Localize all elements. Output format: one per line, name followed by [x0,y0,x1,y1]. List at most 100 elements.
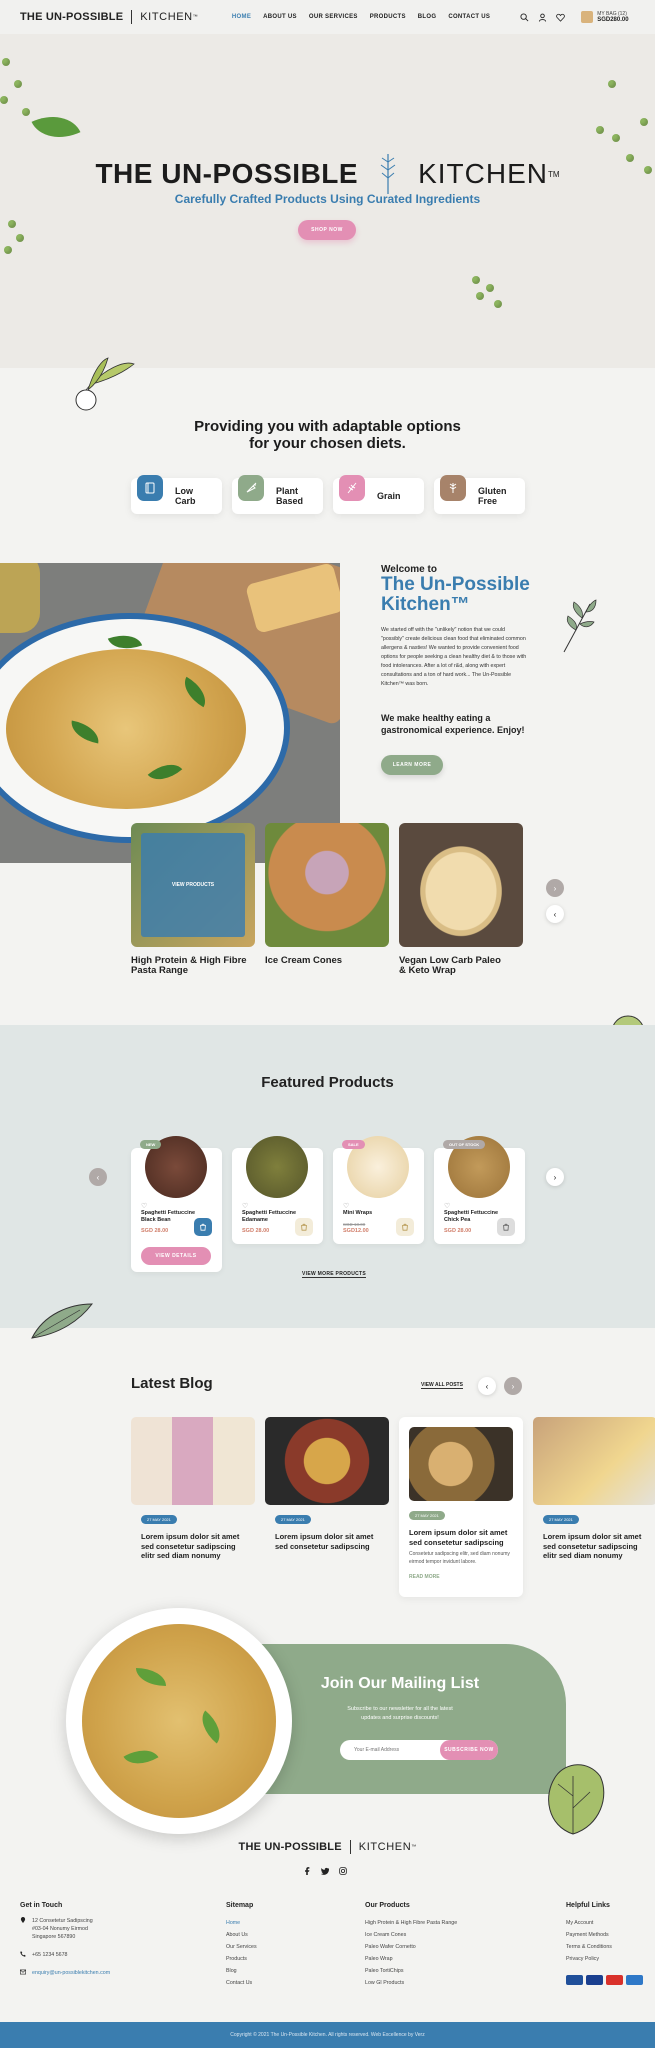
wishlist-heart-icon[interactable]: ♡ [444,1202,450,1210]
footer-link-home[interactable]: Home [226,1917,257,1929]
site-logo[interactable]: THE UN-POSSIBLE KITCHEN ™ [20,10,198,24]
footer-product-link[interactable]: Paleo Wafer Cornetto [365,1941,457,1953]
product-price: SGD 28.00 [242,1228,270,1234]
cart-total: SGD280.00 [597,17,629,23]
learn-more-button[interactable]: LEARN MORE [381,755,443,775]
shop-now-button[interactable]: SHOP NOW [298,220,356,240]
nav-blog[interactable]: BLOG [418,14,437,20]
footer-link-contact[interactable]: Contact Us [226,1977,257,1989]
search-icon[interactable] [520,12,529,22]
footer-product-link[interactable]: Paleo Wrap [365,1953,457,1965]
email-input[interactable] [354,1747,434,1753]
footer-link-products[interactable]: Products [226,1953,257,1965]
visa-icon [586,1975,603,1985]
view-products-overlay[interactable]: VIEW PRODUCTS [141,833,245,937]
blog-image [131,1417,255,1505]
blog-post-card[interactable]: 27 MAY 2021 Lorem ipsum dolor sit amet s… [131,1417,255,1597]
blog-next-button[interactable]: › [504,1377,522,1395]
blog-post-card[interactable]: 27 MAY 2021 Lorem ipsum dolor sit amet s… [265,1417,389,1597]
category-image [265,823,389,947]
view-details-button[interactable]: VIEW DETAILS [141,1247,211,1265]
footer-product-link[interactable]: Low GI Products [365,1977,457,1989]
category-name: Vegan Low Carb Paleo & Keto Wrap [399,955,501,976]
featured-next-button[interactable]: › [546,1168,564,1186]
carousel-prev-button[interactable]: ‹ [546,905,564,923]
cart-summary[interactable]: MY BAG (12) SGD280.00 [581,11,629,23]
blog-post-title[interactable]: Lorem ipsum dolor sit amet sed consetetu… [275,1532,379,1551]
add-to-cart-button[interactable] [194,1218,212,1236]
nav-home[interactable]: HOME [232,14,251,20]
add-to-cart-button[interactable] [396,1218,414,1236]
nav-services[interactable]: OUR SERVICES [309,14,358,20]
featured-prev-button[interactable]: ‹ [89,1168,107,1186]
spaghetti-plate-image [66,1608,292,1834]
user-icon[interactable] [538,13,547,22]
blog-prev-button[interactable]: ‹ [478,1377,496,1395]
product-name: Spaghetti Fettuccine Black Bean [141,1210,196,1223]
subscribe-button[interactable]: SUBSCRIBE NOW [440,1740,498,1760]
footer-sitemap: Sitemap Home About Us Our Services Produ… [226,1902,257,1989]
footer-link-services[interactable]: Our Services [226,1941,257,1953]
blog-post-title[interactable]: Lorem ipsum dolor sit amet sed consetetu… [543,1532,647,1561]
footer-link-terms[interactable]: Terms & Conditions [566,1941,643,1953]
footer-logo[interactable]: THE UN-POSSIBLE KITCHEN ™ [0,1840,655,1854]
diet-grain[interactable]: Grain [333,475,424,514]
footer-link-my-account[interactable]: My Account [566,1917,643,1929]
mastercard-icon [606,1975,623,1985]
blog-post-title[interactable]: Lorem ipsum dolor sit amet sed consetetu… [141,1532,245,1561]
diet-plant-based[interactable]: Plant Based [232,475,323,514]
add-to-cart-button[interactable] [295,1218,313,1236]
read-more-link[interactable]: READ MORE [409,1574,513,1580]
footer-link-privacy[interactable]: Privacy Policy [566,1953,643,1965]
footer-link-blog[interactable]: Blog [226,1965,257,1977]
product-card[interactable]: ♡ Spaghetti Fettuccine Edamame SGD 28.00 [232,1136,323,1244]
hero-title-secondary: KITCHEN [418,158,548,189]
trademark-mark: ™ [192,14,198,20]
add-to-cart-button[interactable] [497,1218,515,1236]
product-card[interactable]: SALE ♡ Mini Wraps SGD 18.00 SGD12.00 [333,1136,424,1244]
wishlist-heart-icon[interactable]: ♡ [242,1202,248,1210]
diet-gluten-free[interactable]: Gluten Free [434,475,525,514]
nav-about[interactable]: ABOUT US [263,14,297,20]
blog-post-card[interactable]: 27 MAY 2021 Lorem ipsum dolor sit amet s… [533,1417,655,1597]
product-card[interactable]: NEW ♡ Spaghetti Fettuccine Black Bean SGD… [131,1136,222,1272]
view-more-products-link[interactable]: VIEW MORE PRODUCTS [302,1271,367,1278]
pea-decoration [2,58,10,66]
phone[interactable]: +65 1234 5678 [20,1951,110,1959]
mail-icon [20,1969,26,1975]
diet-label: Grain [377,491,401,501]
category-card[interactable]: Ice Cream Cones [265,823,389,976]
newsletter-subtitle: Subscribe to our newsletter for all the … [347,1706,453,1721]
product-card[interactable]: OUT OF STOCK ♡ Spaghetti Fettuccine Chick… [434,1136,525,1244]
twitter-icon[interactable] [321,1867,329,1875]
category-image: VIEW PRODUCTS [131,823,255,947]
pea-decoration [4,246,12,254]
blog-post-card[interactable]: 27 MAY 2021 Lorem ipsum dolor sit amet s… [399,1417,523,1597]
blog-post-title[interactable]: Lorem ipsum dolor sit amet sed consetetu… [409,1528,513,1547]
footer-heading: Get in Touch [20,1902,63,1909]
view-all-posts-link[interactable]: VIEW ALL POSTS [421,1382,463,1389]
blog-excerpt: Consetetur sadipscing elitr, sed diam no… [409,1551,510,1565]
category-card[interactable]: Vegan Low Carb Paleo & Keto Wrap [399,823,523,976]
category-card[interactable]: VIEW PRODUCTS High Protein & High Fibre P… [131,823,255,976]
newsletter-title: Join Our Mailing List [320,1675,480,1692]
wishlist-heart-icon[interactable]: ♡ [343,1202,349,1210]
nav-contact[interactable]: CONTACT US [448,14,490,20]
footer-product-link[interactable]: Ice Cream Cones [365,1929,457,1941]
pea-decoration [8,220,16,228]
footer-link-payment[interactable]: Payment Methods [566,1929,643,1941]
nav-products[interactable]: PRODUCTS [370,14,406,20]
instagram-icon[interactable] [339,1867,347,1875]
pea-decoration [494,300,502,308]
footer-product-link[interactable]: Paleo TortiChips [365,1965,457,1977]
wishlist-heart-icon[interactable]: ♡ [141,1202,147,1210]
footer-product-link[interactable]: High Protein & High Fibre Pasta Range [365,1917,457,1929]
facebook-icon[interactable] [303,1867,311,1875]
carrot-icon [238,475,264,501]
footer-link-about[interactable]: About Us [226,1929,257,1941]
diet-low-carb[interactable]: Low Carb [131,475,222,514]
carousel-next-button[interactable]: › [546,879,564,897]
heart-icon[interactable] [556,13,565,22]
email-link[interactable]: enquiry@un-possiblekitchen.com [20,1969,110,1977]
pea-decoration [22,108,30,116]
